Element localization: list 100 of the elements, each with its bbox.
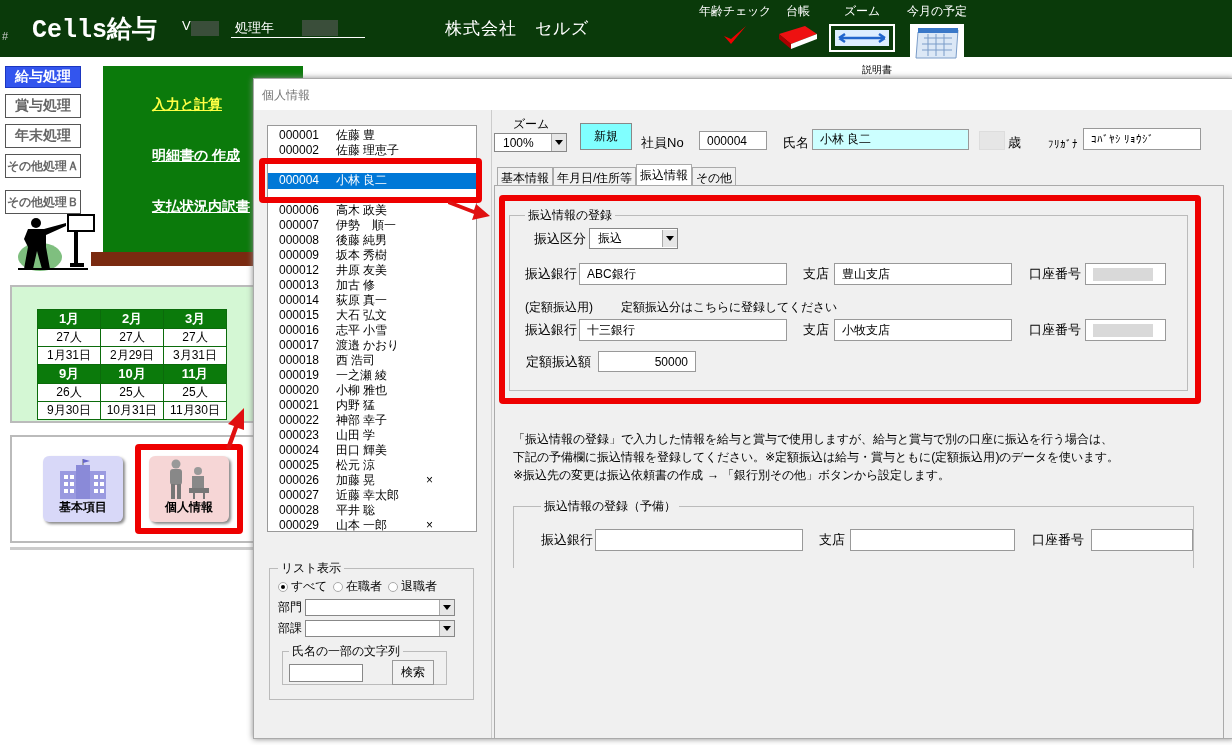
account-field[interactable] <box>1085 319 1166 341</box>
list-item[interactable]: 000001 佐藤 豊 <box>268 128 476 143</box>
list-item[interactable]: 000014 荻原 真一 <box>268 293 476 308</box>
tab[interactable]: 年月日/住所等 <box>553 167 637 185</box>
tab[interactable]: その他 <box>692 167 737 185</box>
list-item[interactable]: 000029 山本 一郎 × <box>268 518 476 533</box>
zoom-icon <box>828 23 895 52</box>
field-label: 部門 <box>278 599 303 616</box>
search-button[interactable]: 検索 <box>392 660 434 685</box>
hash-mark: # <box>2 29 10 42</box>
dropdown-arrow-icon[interactable] <box>555 140 563 145</box>
dropdown-arrow-icon[interactable] <box>443 605 451 610</box>
bank-field[interactable]: ABC銀行 <box>579 263 787 285</box>
list-item[interactable]: 000009 坂本 秀樹 <box>268 248 476 263</box>
shortcut-button[interactable]: 個人情報 <box>149 456 229 522</box>
tab[interactable]: 振込情報 <box>636 164 693 185</box>
branch-field[interactable]: 豊山支店 <box>834 263 1012 285</box>
field-label: 振込区分 <box>534 229 587 248</box>
list-item[interactable]: 000026 加藤 晃 × <box>268 473 476 488</box>
dropdown-arrow-icon[interactable] <box>443 626 451 631</box>
field-label: 社員No <box>641 134 685 152</box>
list-item[interactable]: 000024 田口 輝美 <box>268 443 476 458</box>
note-text: 下記の予備欄に振込情報を登録してください。※定額振込は給与・賞与ともに(定額振込用)のデータを使います。 <box>513 449 1121 466</box>
list-item[interactable]: 000021 内野 猛 <box>268 398 476 413</box>
toolbar-button[interactable]: ズーム <box>822 2 901 52</box>
field-label: 歳 <box>1008 134 1022 152</box>
list-item[interactable]: 000018 西 浩司 <box>268 353 476 368</box>
branch-field[interactable]: 小牧支店 <box>834 319 1012 341</box>
list-item[interactable]: 000025 松元 涼 <box>268 458 476 473</box>
field-label: 支店 <box>803 321 830 339</box>
list-item[interactable]: 000012 井原 友美 <box>268 263 476 278</box>
toolbar-button[interactable]: 台帳 <box>772 2 823 50</box>
field-label: 定額振込額 <box>526 352 592 371</box>
branch-field[interactable] <box>850 529 1015 551</box>
radio-option[interactable]: 退職者 <box>388 578 437 595</box>
note-text: 「振込情報の登録」で入力した情報を給与と賞与で使用しますが、給与と賞与で別の口座に振込を行う場合は、 <box>513 431 1114 448</box>
radio-option[interactable]: 在職者 <box>333 578 382 595</box>
list-item[interactable]: 000002 佐藤 理恵子 <box>268 143 476 158</box>
list-item[interactable]: 000015 大石 弘文 <box>268 308 476 323</box>
list-item[interactable]: 000019 一之瀬 綾 <box>268 368 476 383</box>
radio-icon[interactable] <box>388 581 398 592</box>
field-label: 部課 <box>278 620 303 637</box>
year-field: 処理年 <box>230 19 365 38</box>
amount-field[interactable]: 50000 <box>598 351 696 372</box>
field-label: 振込銀行 <box>525 321 578 339</box>
radio-icon[interactable] <box>333 581 343 592</box>
bank-field[interactable] <box>595 529 803 551</box>
list-item[interactable]: 000027 近藤 幸太郎 <box>268 488 476 503</box>
mode-button[interactable]: その他処理Ｂ <box>5 190 81 214</box>
field-label: 支店 <box>803 265 830 283</box>
mode-button[interactable]: 年末処理 <box>5 124 81 148</box>
field-label: 振込銀行 <box>525 265 578 283</box>
dropdown-arrow-icon[interactable] <box>666 236 674 241</box>
field-label: 支店 <box>819 531 846 549</box>
binder-icon <box>776 23 819 50</box>
list-item[interactable]: 000017 渡邉 かおり <box>268 338 476 353</box>
tab[interactable]: 基本情報 <box>497 167 553 185</box>
transfer-type-dropdown[interactable]: 振込 <box>589 228 678 249</box>
toolbar-button[interactable]: 今月の予定 <box>900 2 973 64</box>
field-label: 氏名 <box>783 134 810 152</box>
list-item[interactable]: 000023 山田 学 <box>268 428 476 443</box>
name-field[interactable]: 小林 良二 <box>812 129 969 150</box>
note-text: ※振込先の変更は振込依頼書の作成 → 「銀行別その他」ボタンから設定します。 <box>513 467 952 484</box>
list-item[interactable]: 000013 加古 修 <box>268 278 476 293</box>
shortcut-button[interactable]: 基本項目 <box>43 456 123 522</box>
bank-field[interactable]: 十三銀行 <box>579 319 787 341</box>
list-item[interactable]: 000006 高木 政美 <box>268 203 476 218</box>
list-item[interactable]: 000008 後藤 純男 <box>268 233 476 248</box>
list-item[interactable]: 000004 小林 良二 <box>268 172 476 189</box>
toolbar-button[interactable]: 年齢チェック <box>696 2 773 46</box>
month-cell: 3月 <box>163 309 227 329</box>
list-item[interactable]: 000020 小柳 雅也 <box>268 383 476 398</box>
new-button[interactable]: 新規 <box>580 123 632 150</box>
employee-no-field[interactable]: 000004 <box>699 131 767 150</box>
section-note: (定額振込用) <box>525 299 594 316</box>
list-item[interactable]: 000016 志平 小雪 <box>268 323 476 338</box>
version-label: V <box>182 18 191 33</box>
mode-button[interactable]: その他処理Ａ <box>5 154 81 178</box>
field-label: ズーム <box>512 116 549 133</box>
redacted-value <box>1093 267 1153 281</box>
list-item[interactable]: 000028 平井 聡 <box>268 503 476 518</box>
radio-icon[interactable] <box>278 581 288 592</box>
manual-link[interactable]: 説明書 <box>862 63 892 77</box>
group-title: 振込情報の登録（予備） <box>543 498 677 515</box>
list-item[interactable]: 000007 伊勢 順一 <box>268 218 476 233</box>
mode-button[interactable]: 給与処理 <box>5 66 81 88</box>
field-label: 口座番号 <box>1029 265 1082 283</box>
search-field[interactable] <box>289 663 363 682</box>
section-note: 定額振込分はこちらに登録してください <box>621 299 837 316</box>
zoom-dropdown[interactable]: 100% <box>494 133 567 152</box>
radio-option[interactable]: すべて <box>278 578 327 595</box>
account-field[interactable] <box>1091 529 1193 551</box>
mode-button[interactable]: 賞与処理 <box>5 94 81 118</box>
field-label: 口座番号 <box>1032 531 1085 549</box>
group-title: 氏名の一部の文字列 <box>291 643 401 660</box>
list-item[interactable]: 000022 神部 幸子 <box>268 413 476 428</box>
field-label: 振込銀行 <box>541 531 594 549</box>
redacted-value <box>190 21 219 36</box>
kana-field[interactable]: ｺﾊﾞﾔｼ ﾘｮｳｼﾞ <box>1083 128 1201 150</box>
account-field[interactable] <box>1085 263 1166 285</box>
